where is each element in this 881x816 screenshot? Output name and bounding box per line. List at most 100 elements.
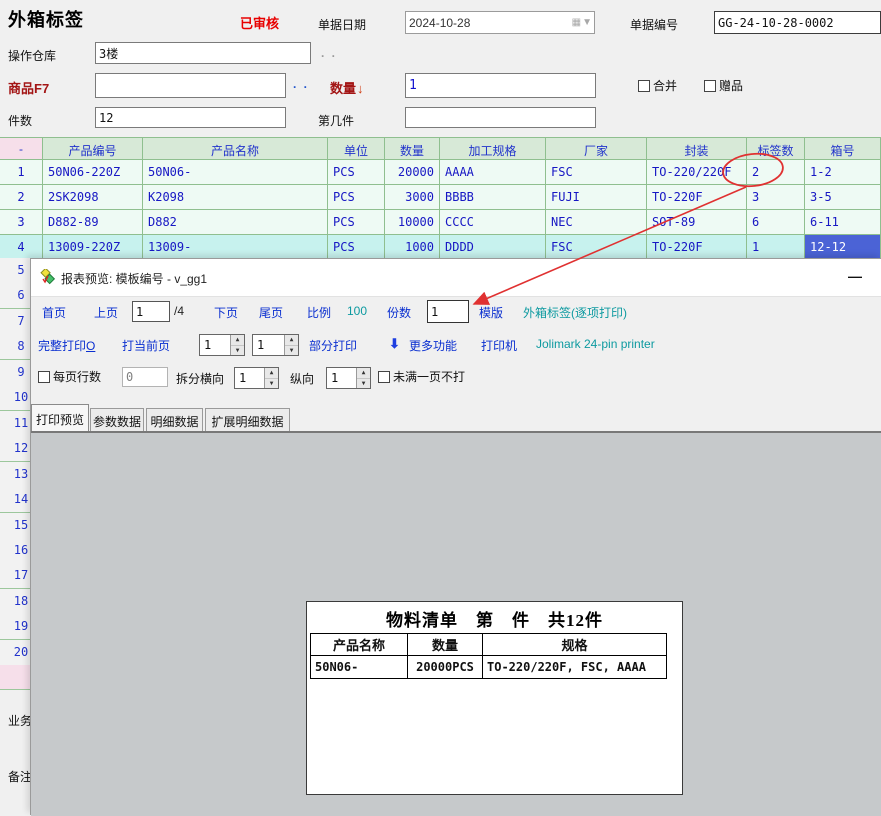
spinner-up-icon[interactable]: ▲ xyxy=(285,335,298,346)
table-cell[interactable]: 10000 xyxy=(385,210,440,235)
table-cell[interactable]: 50N06- xyxy=(143,160,328,185)
range-from-spinner[interactable]: 1▲▼ xyxy=(199,334,245,356)
table-cell[interactable]: 13009- xyxy=(143,235,328,260)
rows-per-page-checkbox[interactable]: 每页行数 xyxy=(38,368,101,385)
range-from-value[interactable]: 1 xyxy=(200,335,230,355)
scale-label[interactable]: 比例 xyxy=(307,304,331,321)
split-horizontal-value[interactable]: 1 xyxy=(235,368,264,388)
pieces-input[interactable] xyxy=(95,107,286,128)
range-to-value[interactable]: 1 xyxy=(253,335,284,355)
table-cell[interactable]: 1-2 xyxy=(805,160,881,185)
table-cell[interactable]: FUJI xyxy=(546,185,647,210)
spinner-down-icon[interactable]: ▼ xyxy=(285,346,298,356)
piece-no-input[interactable] xyxy=(405,107,596,128)
table-cell[interactable]: SOT-89 xyxy=(647,210,747,235)
table-cell[interactable]: 6-11 xyxy=(805,210,881,235)
column-header[interactable]: 产品编号 xyxy=(43,137,143,160)
table-cell[interactable]: PCS xyxy=(328,160,385,185)
table-cell[interactable]: 3000 xyxy=(385,185,440,210)
table-cell[interactable]: BBBB xyxy=(440,185,546,210)
template-label[interactable]: 模版 xyxy=(479,304,503,321)
column-header[interactable]: 单位 xyxy=(328,137,385,160)
spinner-up-icon[interactable]: ▲ xyxy=(265,368,278,379)
table-cell[interactable]: 2SK2098 xyxy=(43,185,143,210)
table-cell[interactable]: 1 xyxy=(747,235,805,260)
merge-checkbox-box[interactable] xyxy=(638,80,650,92)
tab-parameter-data[interactable]: 参数数据 xyxy=(90,408,144,431)
warehouse-input[interactable] xyxy=(95,42,311,64)
doc-date-combo[interactable]: 2024-10-28 ▦▼ xyxy=(405,11,595,34)
table-cell[interactable]: TO-220F xyxy=(647,185,747,210)
copies-input[interactable] xyxy=(427,300,469,323)
doc-no-input[interactable] xyxy=(714,11,881,34)
table-cell[interactable]: AAAA xyxy=(440,160,546,185)
calendar-icon[interactable]: ▦ xyxy=(572,17,581,28)
spinner-up-icon[interactable]: ▲ xyxy=(231,335,244,346)
calendar-dropdown-icon[interactable]: ▼ xyxy=(582,17,592,28)
spinner-down-icon[interactable]: ▼ xyxy=(231,346,244,356)
full-print-link[interactable]: 完整打印O xyxy=(38,337,95,354)
last-page-link[interactable]: 尾页 xyxy=(259,304,283,321)
spinner-down-icon[interactable]: ▼ xyxy=(357,379,370,389)
print-current-page-link[interactable]: 打当前页 xyxy=(122,337,170,354)
column-header[interactable]: 厂家 xyxy=(546,137,647,160)
table-cell[interactable]: 13009-220Z xyxy=(43,235,143,260)
minimize-button[interactable]: — xyxy=(848,268,862,284)
row-number-cell[interactable]: 3 xyxy=(0,210,43,235)
table-cell[interactable]: TO-220F xyxy=(647,235,747,260)
product-input[interactable] xyxy=(95,73,286,98)
gift-checkbox-box[interactable] xyxy=(704,80,716,92)
table-cell[interactable]: PCS xyxy=(328,235,385,260)
table-cell[interactable]: 6 xyxy=(747,210,805,235)
column-header[interactable]: - xyxy=(0,137,43,160)
column-header[interactable]: 封装 xyxy=(647,137,747,160)
partial-print-link[interactable]: 部分打印 xyxy=(309,337,357,354)
table-cell[interactable]: 12-12 xyxy=(805,235,881,260)
column-header[interactable]: 加工规格 xyxy=(440,137,546,160)
skip-partial-page-checkbox-box[interactable] xyxy=(378,371,390,383)
tab-detail-data[interactable]: 明细数据 xyxy=(146,408,203,431)
gift-checkbox[interactable]: 赠品 xyxy=(704,77,743,94)
row-number-cell[interactable]: 4 xyxy=(0,235,43,260)
split-vertical-value[interactable]: 1 xyxy=(327,368,356,388)
column-header[interactable]: 箱号 xyxy=(805,137,881,160)
page-number-input[interactable] xyxy=(132,301,170,322)
qty-input[interactable] xyxy=(405,73,596,98)
merge-checkbox[interactable]: 合并 xyxy=(638,77,677,94)
split-vertical-spinner[interactable]: 1▲▼ xyxy=(326,367,371,389)
print-preview-area[interactable]: 物料清单 第 件 共12件 产品名称 数量 规格 50N06- 20000PCS… xyxy=(31,431,881,816)
split-horizontal-spinner[interactable]: 1▲▼ xyxy=(234,367,279,389)
row-number-cell[interactable]: 1 xyxy=(0,160,43,185)
column-header[interactable]: 标签数 xyxy=(747,137,805,160)
row-number-cell[interactable]: 2 xyxy=(0,185,43,210)
table-cell[interactable]: PCS xyxy=(328,185,385,210)
column-header[interactable]: 产品名称 xyxy=(143,137,328,160)
table-cell[interactable]: D882-89 xyxy=(43,210,143,235)
table-cell[interactable]: 20000 xyxy=(385,160,440,185)
table-cell[interactable]: TO-220/220F xyxy=(647,160,747,185)
printer-label[interactable]: 打印机 xyxy=(481,337,517,354)
table-cell[interactable]: FSC xyxy=(546,235,647,260)
rows-per-page-input[interactable] xyxy=(122,367,168,387)
skip-partial-page-checkbox[interactable]: 未满一页不打 xyxy=(378,368,465,385)
more-functions-link[interactable]: 更多功能 xyxy=(409,337,457,354)
table-cell[interactable]: CCCC xyxy=(440,210,546,235)
table-cell[interactable]: PCS xyxy=(328,210,385,235)
spinner-down-icon[interactable]: ▼ xyxy=(265,379,278,389)
table-cell[interactable]: NEC xyxy=(546,210,647,235)
tab-extended-detail-data[interactable]: 扩展明细数据 xyxy=(205,408,290,431)
rows-per-page-checkbox-box[interactable] xyxy=(38,371,50,383)
table-cell[interactable]: 50N06-220Z xyxy=(43,160,143,185)
table-cell[interactable]: D882 xyxy=(143,210,328,235)
table-cell[interactable]: 2 xyxy=(747,160,805,185)
warehouse-browse-dots[interactable]: . . xyxy=(321,46,337,60)
range-to-spinner[interactable]: 1▲▼ xyxy=(252,334,299,356)
spinner-up-icon[interactable]: ▲ xyxy=(357,368,370,379)
next-page-link[interactable]: 下页 xyxy=(214,304,238,321)
table-cell[interactable]: FSC xyxy=(546,160,647,185)
table-cell[interactable]: 1000 xyxy=(385,235,440,260)
prev-page-link[interactable]: 上页 xyxy=(94,304,118,321)
copies-label[interactable]: 份数 xyxy=(387,304,411,321)
table-cell[interactable]: 3-5 xyxy=(805,185,881,210)
table-cell[interactable]: 3 xyxy=(747,185,805,210)
